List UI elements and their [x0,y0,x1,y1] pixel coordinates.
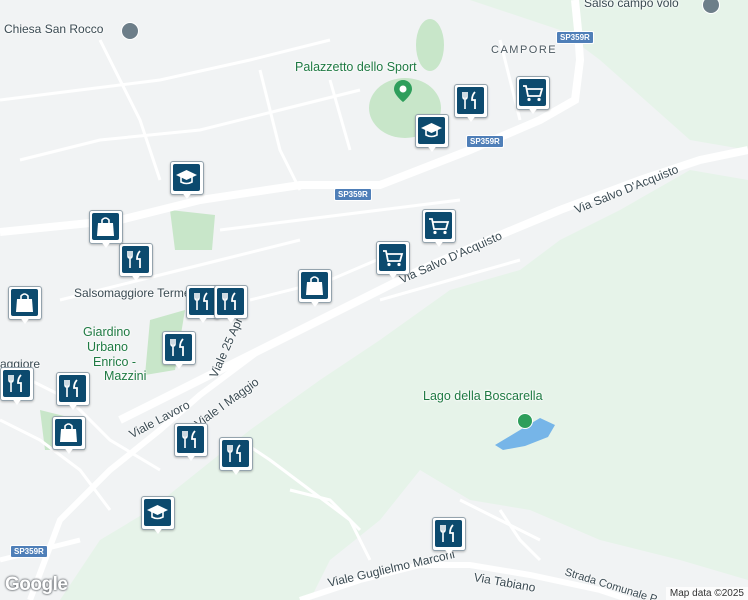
shopping-bag-marker[interactable] [89,210,123,252]
place-label-giardino-4: Mazzini [104,369,147,383]
restaurant-marker[interactable] [56,372,90,414]
school-marker[interactable] [415,114,449,156]
place-label-giardino-3: Enrico - [93,355,137,369]
place-label-giardino-2: Urbano [87,340,128,354]
lake-park-icon [517,413,533,429]
map-base-layer [0,0,748,600]
shopping-bag-marker[interactable] [8,286,42,328]
shopping-bag-marker[interactable] [298,269,332,311]
school-marker[interactable] [170,161,204,203]
restaurant-marker[interactable] [0,367,34,409]
school-marker[interactable] [141,496,175,538]
park-small [170,210,215,250]
place-label-salso-campo-volo: Salso campo volo [584,0,679,10]
google-logo: Google [5,574,68,595]
place-label-chiesa: Chiesa San Rocco [4,22,104,36]
shopping-bag-marker[interactable] [52,416,86,458]
shopping-cart-marker[interactable] [376,241,410,283]
restaurant-marker[interactable] [454,84,488,126]
map-canvas[interactable]: SP359R SP359R SP359R SP359R Chiesa San R… [0,0,748,600]
map-pin-icon[interactable] [394,80,412,102]
map-attribution[interactable]: Map data ©2025 [665,587,748,600]
church-icon [121,22,139,40]
park-north [416,19,444,71]
restaurant-marker[interactable] [219,437,253,479]
place-label-palazzetto: Palazzetto dello Sport [295,60,417,74]
restaurant-marker[interactable] [432,517,466,559]
restaurant-marker[interactable] [214,285,248,327]
restaurant-marker[interactable] [174,423,208,465]
shopping-cart-marker[interactable] [422,209,456,251]
shopping-cart-marker[interactable] [516,76,550,118]
restaurant-marker[interactable] [162,331,196,373]
road-shield: SP359R [556,31,594,44]
restaurant-marker[interactable] [119,243,153,285]
place-label-giardino-1: Giardino [83,325,131,339]
urban-area [0,0,748,600]
road-shield: SP359R [466,135,504,148]
road-shield: SP359R [334,188,372,201]
place-label-terme: Salsomaggiore Terme [74,286,191,300]
place-label-lago: Lago della Boscarella [423,389,543,403]
place-label-campore: CAMPORE [491,44,558,56]
road-shield: SP359R [10,545,48,558]
